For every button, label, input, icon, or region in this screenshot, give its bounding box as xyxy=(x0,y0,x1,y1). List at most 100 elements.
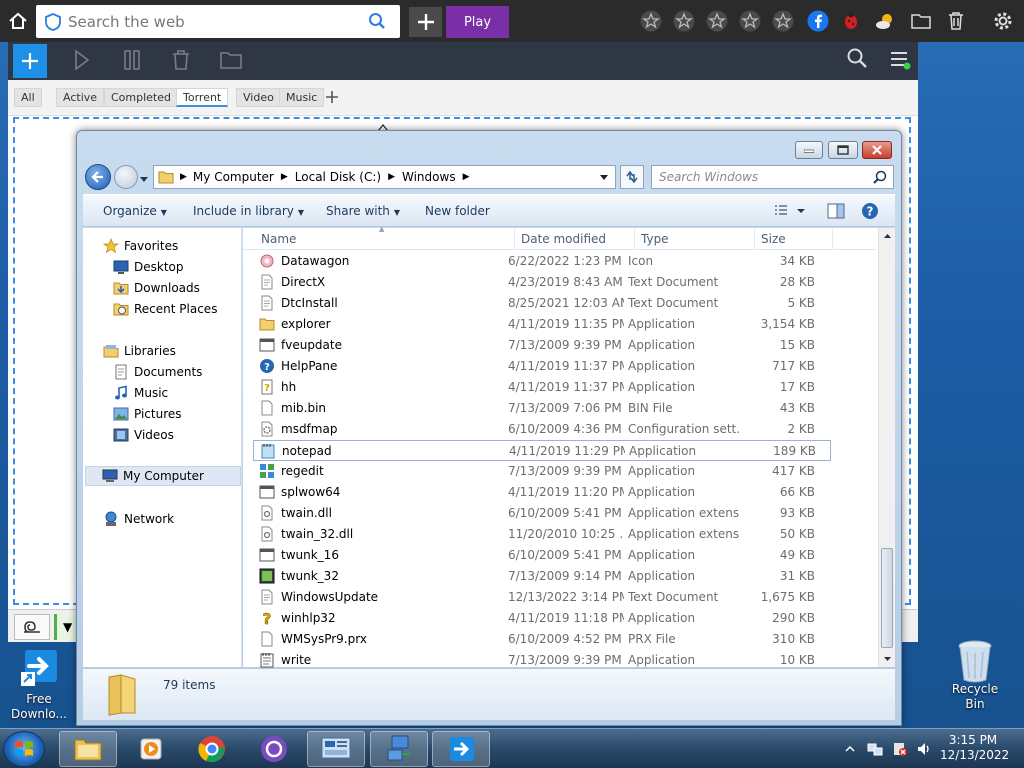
minimize-button[interactable] xyxy=(795,141,823,159)
volume-icon[interactable] xyxy=(916,741,932,757)
move-folder-icon[interactable] xyxy=(218,47,244,73)
taskbar-clock[interactable]: 3:15 PM 12/13/2022 xyxy=(940,733,1009,763)
speed-mode-button[interactable] xyxy=(14,614,50,640)
column-date-modified[interactable]: Date modified xyxy=(515,228,635,250)
preview-pane-button[interactable] xyxy=(827,203,845,221)
breadcrumb-windows[interactable]: Windows xyxy=(402,170,456,184)
new-tab-button[interactable] xyxy=(409,7,442,37)
file-row[interactable]: twain.dll 6/10/2009 5:41 PM Application ex… xyxy=(253,503,831,524)
filter-completed[interactable]: Completed xyxy=(104,88,178,107)
star-icon[interactable] xyxy=(705,9,729,33)
taskbar-free-download-manager[interactable] xyxy=(432,731,490,767)
scrollbar-thumb[interactable] xyxy=(881,548,893,648)
file-row[interactable]: notepad 4/11/2019 11:29 PM Application 189 … xyxy=(253,440,831,461)
weather-icon[interactable] xyxy=(873,9,897,33)
file-row[interactable]: ? winhlp32 4/11/2019 11:18 PM Application 29… xyxy=(253,608,831,629)
taskbar-browser-app[interactable] xyxy=(245,731,303,767)
address-bar[interactable]: ▶ My Computer ▶ Local Disk (C:) ▶ Window… xyxy=(153,165,616,189)
scroll-down-icon[interactable] xyxy=(879,653,896,665)
search-icon[interactable] xyxy=(846,47,872,73)
web-search-input[interactable]: Search the web xyxy=(36,5,400,38)
taskbar-chrome[interactable] xyxy=(183,731,241,767)
search-icon[interactable] xyxy=(368,12,386,30)
trash-icon[interactable] xyxy=(944,9,968,33)
search-icon[interactable] xyxy=(873,170,887,184)
file-row[interactable]: ? hh 4/11/2019 11:37 PM Application 17 KB xyxy=(253,377,831,398)
address-history-dropdown-icon[interactable] xyxy=(599,174,609,182)
nav-videos[interactable]: Videos xyxy=(113,425,174,445)
filter-music[interactable]: Music xyxy=(279,88,325,107)
start-button[interactable] xyxy=(3,731,45,767)
nav-recent-places[interactable]: Recent Places xyxy=(113,299,217,319)
file-row[interactable]: DtcInstall 8/25/2021 12:03 AM Text Documen… xyxy=(253,293,831,314)
maximize-button[interactable] xyxy=(828,141,858,159)
vertical-scrollbar[interactable] xyxy=(878,228,895,667)
include-in-library-menu[interactable]: Include in library ▼ xyxy=(193,204,304,218)
nav-libraries[interactable]: Libraries xyxy=(103,341,176,361)
scroll-up-icon[interactable] xyxy=(879,230,896,242)
nav-pictures[interactable]: Pictures xyxy=(113,404,182,424)
back-button[interactable] xyxy=(85,164,111,190)
nav-my-computer[interactable]: My Computer xyxy=(85,466,241,486)
file-row[interactable]: twain_32.dll 11/20/2010 10:25 ... Applicat… xyxy=(253,524,831,545)
file-row[interactable]: splwow64 4/11/2019 11:20 PM Application 66 … xyxy=(253,482,831,503)
explorer-search-input[interactable]: Search Windows xyxy=(651,165,894,189)
help-button[interactable]: ? xyxy=(861,202,881,222)
filter-all[interactable]: All xyxy=(14,88,42,107)
close-button[interactable] xyxy=(862,141,892,159)
hamburger-menu-icon[interactable] xyxy=(888,48,914,74)
file-row[interactable]: explorer 4/11/2019 11:35 PM Application 3,1… xyxy=(253,314,831,335)
new-folder-button[interactable]: New folder xyxy=(425,204,490,218)
add-filter-icon[interactable] xyxy=(324,89,342,107)
file-row[interactable]: Datawagon 6/22/2022 1:23 PM Icon 34 KB xyxy=(253,251,831,272)
file-row[interactable]: ? HelpPane 4/11/2019 11:37 PM Application 71… xyxy=(253,356,831,377)
delete-icon[interactable] xyxy=(168,47,194,73)
action-center-icon[interactable] xyxy=(892,741,908,757)
network-tray-icon[interactable] xyxy=(867,741,883,757)
home-button[interactable] xyxy=(0,0,36,42)
refresh-button[interactable] xyxy=(620,165,644,189)
nav-downloads[interactable]: Downloads xyxy=(113,278,200,298)
nav-network[interactable]: Network xyxy=(103,509,174,529)
taskbar-explorer[interactable] xyxy=(59,731,117,767)
breadcrumb-local-disk[interactable]: Local Disk (C:) xyxy=(295,170,381,184)
resume-icon[interactable] xyxy=(70,47,96,73)
add-download-button[interactable] xyxy=(13,44,47,78)
nav-documents[interactable]: Documents xyxy=(113,362,202,382)
desktop-icon-free-download-manager[interactable]: Free Downlo... xyxy=(7,648,71,722)
file-row[interactable]: DirectX 4/23/2019 8:43 AM Text Document 28 … xyxy=(253,272,831,293)
file-row[interactable]: twunk_16 6/10/2009 5:41 PM Application 49 K… xyxy=(253,545,831,566)
facebook-icon[interactable] xyxy=(806,9,830,33)
star-icon[interactable] xyxy=(639,9,663,33)
column-size[interactable]: Size xyxy=(755,228,833,250)
taskbar-network-app[interactable] xyxy=(370,731,428,767)
show-hidden-icons-icon[interactable] xyxy=(845,743,861,759)
file-row[interactable]: mib.bin 7/13/2009 7:06 PM BIN File 43 KB xyxy=(253,398,831,419)
file-row[interactable]: fveupdate 7/13/2009 9:39 PM Application 15 … xyxy=(253,335,831,356)
nav-music[interactable]: Music xyxy=(113,383,168,403)
column-name[interactable]: Name xyxy=(255,228,515,250)
filter-torrent[interactable]: Torrent xyxy=(176,88,229,107)
breadcrumb-my-computer[interactable]: My Computer xyxy=(193,170,274,184)
recent-pages-dropdown-icon[interactable] xyxy=(140,172,148,186)
taskbar-control-panel[interactable] xyxy=(307,731,365,767)
play-button[interactable]: Play xyxy=(446,6,509,38)
change-view-button[interactable] xyxy=(773,203,809,221)
file-row[interactable]: regedit 7/13/2009 9:39 PM Application 417 K… xyxy=(253,461,831,482)
file-row[interactable]: WMSysPr9.prx 6/10/2009 4:52 PM PRX File 310… xyxy=(253,629,831,650)
nav-favorites[interactable]: Favorites xyxy=(103,236,178,256)
filter-active[interactable]: Active xyxy=(56,88,105,107)
star-icon[interactable] xyxy=(771,9,795,33)
desktop-icon-recycle-bin[interactable]: Recycle Bin xyxy=(943,638,1007,712)
star-icon[interactable] xyxy=(738,9,762,33)
file-row[interactable]: twunk_32 7/13/2009 9:14 PM Application 31 K… xyxy=(253,566,831,587)
nav-desktop[interactable]: Desktop xyxy=(113,257,184,277)
taskbar-media-player[interactable] xyxy=(122,731,180,767)
filter-video[interactable]: Video xyxy=(236,88,281,107)
share-with-menu[interactable]: Share with ▼ xyxy=(326,204,400,218)
star-icon[interactable] xyxy=(672,9,696,33)
organize-menu[interactable]: Organize ▼ xyxy=(103,204,167,218)
folder-icon[interactable] xyxy=(909,9,933,33)
pause-icon[interactable] xyxy=(120,47,146,73)
column-type[interactable]: Type xyxy=(635,228,755,250)
